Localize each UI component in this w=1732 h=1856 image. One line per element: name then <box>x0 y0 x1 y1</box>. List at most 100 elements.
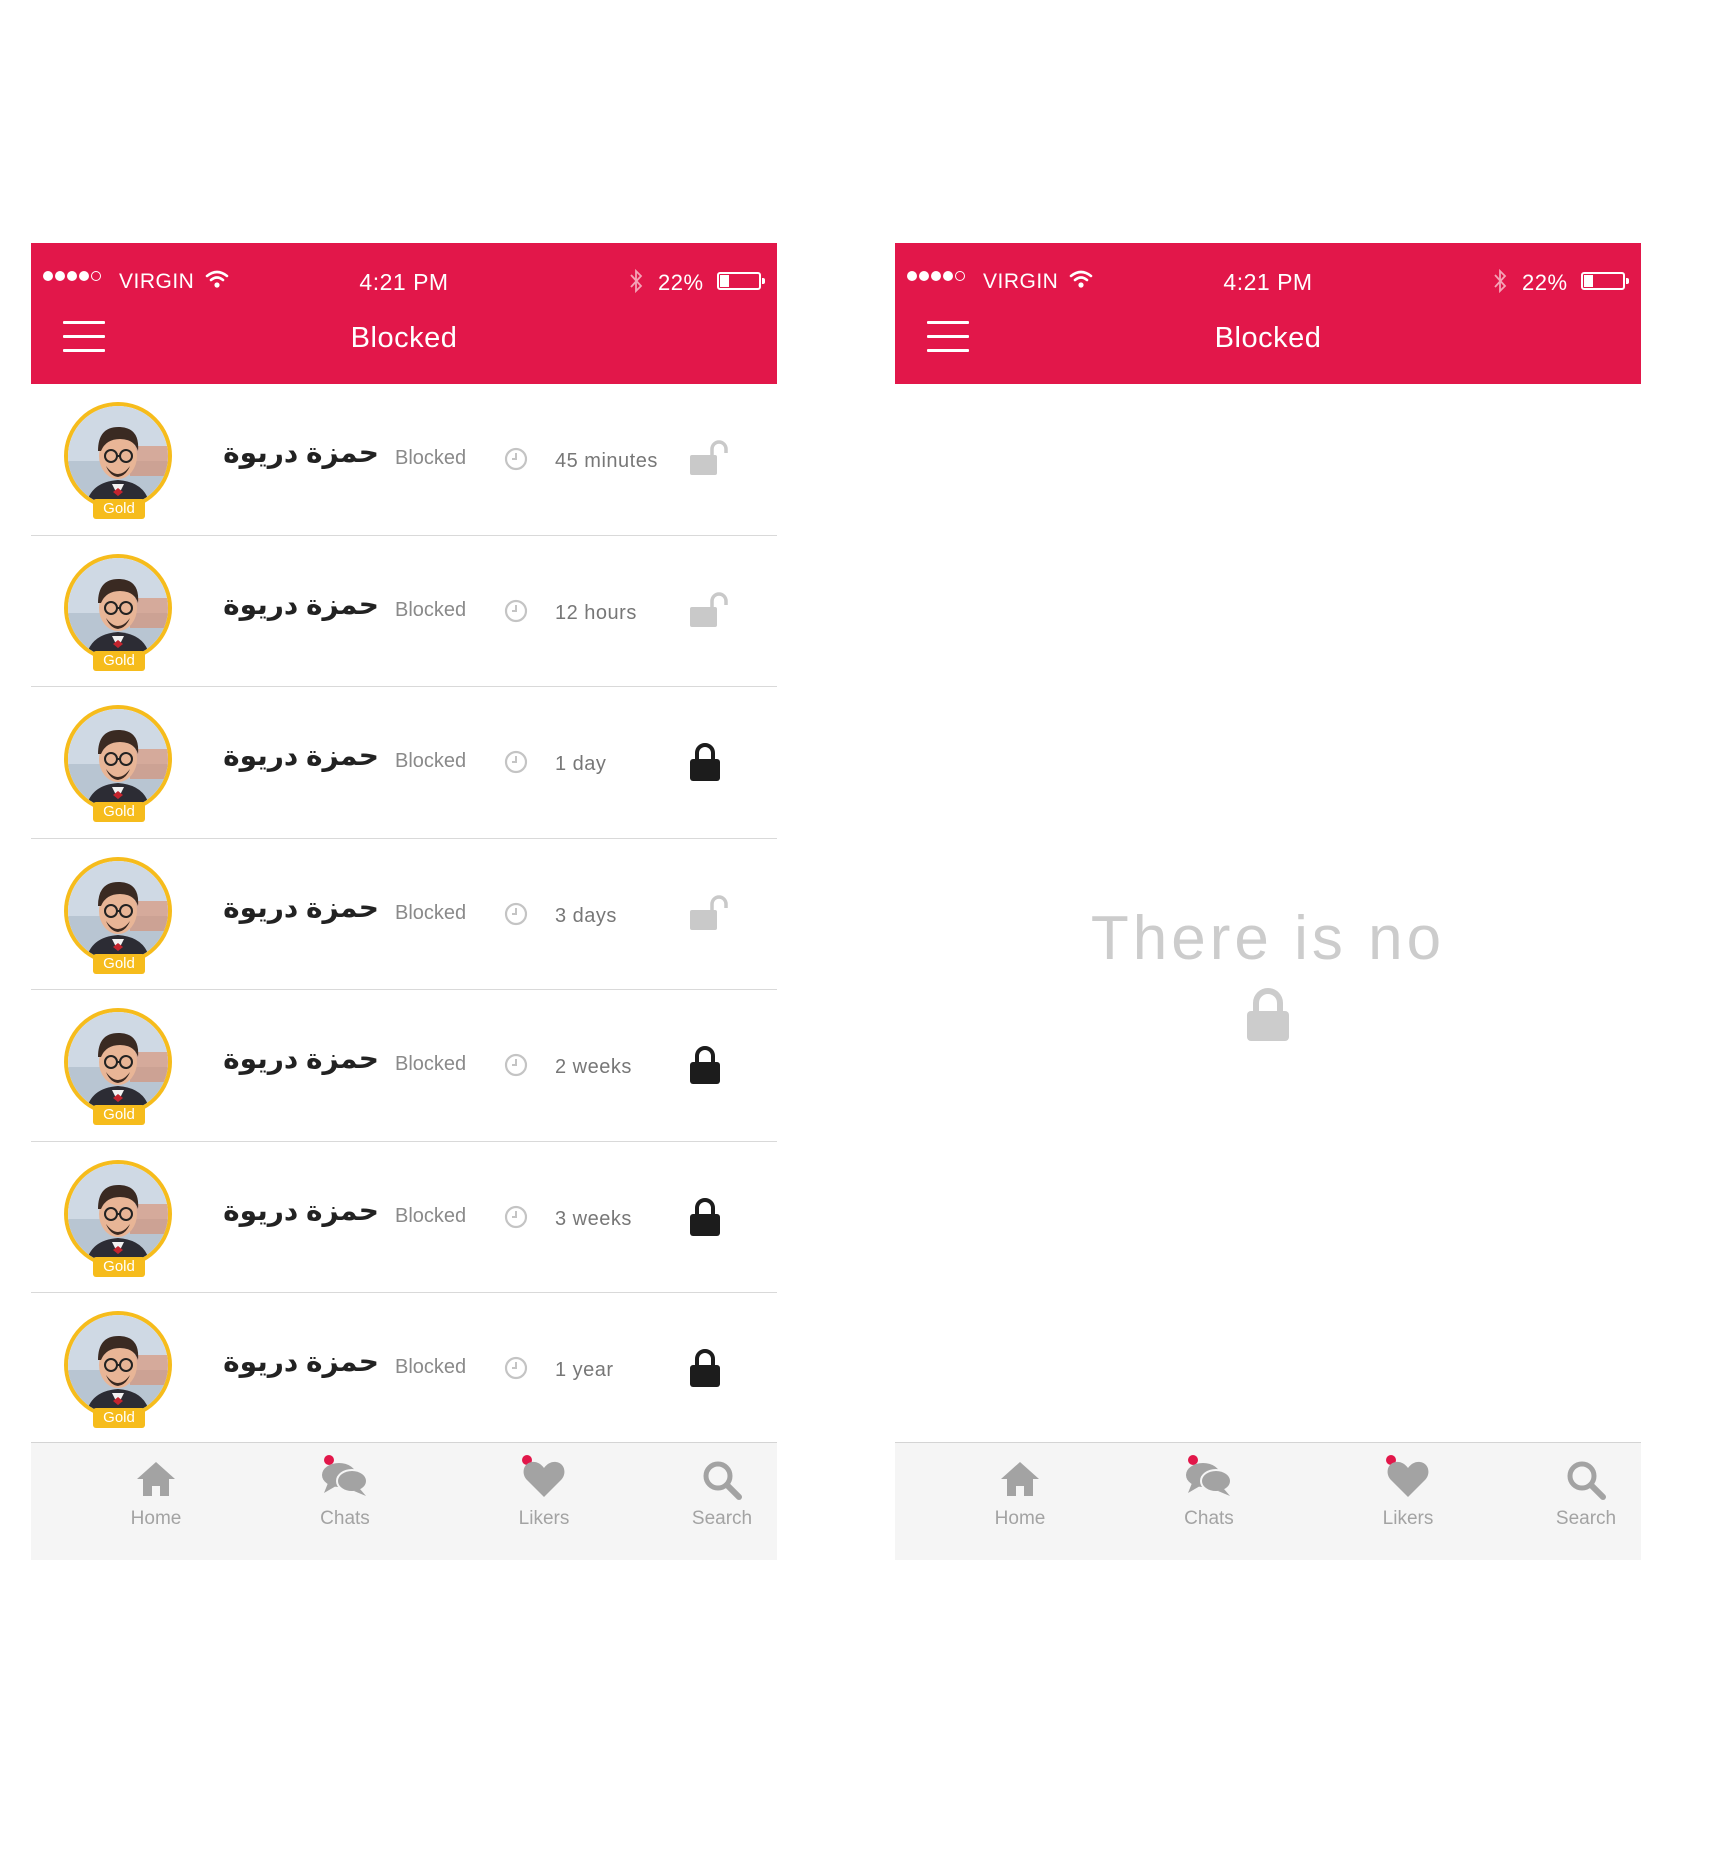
block-status: Blocked <box>395 1204 467 1227</box>
user-name: حمزة دريوة <box>223 1043 379 1074</box>
block-status: Blocked <box>395 1053 467 1075</box>
home-icon <box>137 1462 175 1496</box>
block-status: Blocked <box>395 1356 467 1378</box>
avatar[interactable] <box>64 1159 172 1268</box>
gold-badge: Gold <box>93 953 145 974</box>
blocked-list-screen: VIRGIN 4:21 PM 22% Blocked Gold حمزة دري… <box>31 243 777 1619</box>
tab-home-label: Home <box>130 1508 182 1529</box>
empty-state: There is no <box>895 903 1641 1042</box>
chats-icon <box>1186 1463 1232 1496</box>
battery-percentage: 22% <box>658 270 704 295</box>
block-duration: 1 year <box>555 1359 614 1381</box>
heart-icon <box>1387 1461 1429 1497</box>
tab-likers[interactable]: Likers <box>479 1443 609 1561</box>
user-name: حمزة دريوة <box>223 1194 379 1226</box>
avatar[interactable] <box>64 553 172 662</box>
tab-chats-label: Chats <box>1184 1508 1234 1529</box>
clock-icon <box>504 902 528 931</box>
blocked-user-row[interactable]: Gold حمزة دريوة Blocked 1 year <box>31 1293 777 1442</box>
battery-icon <box>1581 272 1629 290</box>
avatar[interactable] <box>64 402 172 510</box>
user-name: حمزة دريوة <box>223 1346 379 1377</box>
gold-badge: Gold <box>93 499 145 519</box>
lock-icon[interactable] <box>688 1045 732 1085</box>
blocked-user-row[interactable]: Gold حمزة دريوة Blocked 3 weeks <box>31 1142 777 1293</box>
avatar[interactable] <box>64 1008 172 1116</box>
block-status: Blocked <box>395 598 467 621</box>
block-duration: 12 hours <box>555 601 637 624</box>
block-duration: 3 weeks <box>555 1207 632 1230</box>
gold-badge: Gold <box>93 1408 145 1428</box>
tab-likers-label: Likers <box>1382 1508 1434 1529</box>
clock-icon <box>504 447 528 476</box>
tab-likers[interactable]: Likers <box>1343 1443 1473 1561</box>
lock-icon <box>1247 988 1289 1041</box>
user-name: حمزة دريوة <box>223 588 379 620</box>
clock-icon <box>504 1356 528 1385</box>
page-title: Blocked <box>1214 322 1322 354</box>
tab-search-label: Search <box>691 1508 753 1529</box>
user-name: حمزة دريوة <box>223 891 379 923</box>
blocked-empty-screen: VIRGIN 4:21 PM 22% Blocked There is no H… <box>895 243 1641 1619</box>
search-icon <box>1567 1461 1606 1500</box>
battery-icon <box>717 272 765 290</box>
heart-icon <box>523 1461 565 1497</box>
chats-icon <box>322 1463 368 1496</box>
block-status: Blocked <box>395 901 467 924</box>
app-header: VIRGIN 4:21 PM 22% Blocked <box>31 243 777 384</box>
block-status: Blocked <box>395 750 467 772</box>
gold-badge: Gold <box>93 802 145 822</box>
user-name: حمزة دريوة <box>223 740 379 771</box>
search-icon <box>703 1461 742 1500</box>
block-duration: 3 days <box>555 904 617 927</box>
gold-badge: Gold <box>93 650 145 671</box>
user-name: حمزة دريوة <box>223 437 379 468</box>
blocked-user-row[interactable]: Gold حمزة دريوة Blocked 1 day <box>31 687 777 839</box>
tab-home-label: Home <box>994 1508 1046 1529</box>
bottom-tab-bar: Home Chats Likers Search <box>31 1442 777 1560</box>
tab-search[interactable]: Search <box>657 1443 777 1561</box>
clock-icon <box>504 750 528 779</box>
gold-badge: Gold <box>93 1256 145 1277</box>
page-title: Blocked <box>350 322 458 354</box>
tab-likers-label: Likers <box>518 1508 570 1529</box>
tab-search-label: Search <box>1555 1508 1617 1529</box>
battery-percentage: 22% <box>1522 270 1568 295</box>
block-duration: 45 minutes <box>555 450 658 472</box>
gold-badge: Gold <box>93 1105 145 1125</box>
avatar[interactable] <box>64 705 172 813</box>
status-bar: VIRGIN 4:21 PM 22% <box>31 243 777 299</box>
blocked-users-list: Gold حمزة دريوة Blocked 45 minutes Gold … <box>31 384 777 1442</box>
unlock-icon[interactable] <box>688 591 732 631</box>
blocked-user-row[interactable]: Gold حمزة دريوة Blocked 3 days <box>31 839 777 990</box>
tab-home[interactable]: Home <box>91 1443 221 1561</box>
unlock-icon[interactable] <box>688 439 732 479</box>
block-duration: 2 weeks <box>555 1056 632 1078</box>
avatar[interactable] <box>64 1311 172 1419</box>
empty-state-message: There is no <box>1090 904 1446 973</box>
clock-icon <box>504 599 528 628</box>
lock-icon[interactable] <box>688 742 732 782</box>
lock-icon[interactable] <box>688 1348 732 1388</box>
status-bar: VIRGIN 4:21 PM 22% <box>895 243 1641 299</box>
tab-chats[interactable]: Chats <box>1144 1443 1274 1561</box>
block-status: Blocked <box>395 447 467 469</box>
unlock-icon[interactable] <box>688 894 732 934</box>
lock-icon[interactable] <box>688 1197 732 1237</box>
blocked-user-row[interactable]: Gold حمزة دريوة Blocked 12 hours <box>31 536 777 687</box>
clock-icon <box>504 1053 528 1082</box>
bluetooth-icon <box>1494 268 1507 294</box>
clock-icon <box>504 1205 528 1234</box>
block-duration: 1 day <box>555 753 607 775</box>
bottom-tab-bar: Home Chats Likers Search <box>895 1442 1641 1560</box>
bluetooth-icon <box>630 268 643 294</box>
tab-search[interactable]: Search <box>1521 1443 1641 1561</box>
blocked-user-row[interactable]: Gold حمزة دريوة Blocked 45 minutes <box>31 384 777 536</box>
blocked-user-row[interactable]: Gold حمزة دريوة Blocked 2 weeks <box>31 990 777 1142</box>
tab-chats[interactable]: Chats <box>280 1443 410 1561</box>
avatar[interactable] <box>64 856 172 965</box>
tab-chats-label: Chats <box>320 1508 370 1529</box>
app-header: VIRGIN 4:21 PM 22% Blocked <box>895 243 1641 384</box>
tab-home[interactable]: Home <box>955 1443 1085 1561</box>
home-icon <box>1001 1462 1039 1496</box>
